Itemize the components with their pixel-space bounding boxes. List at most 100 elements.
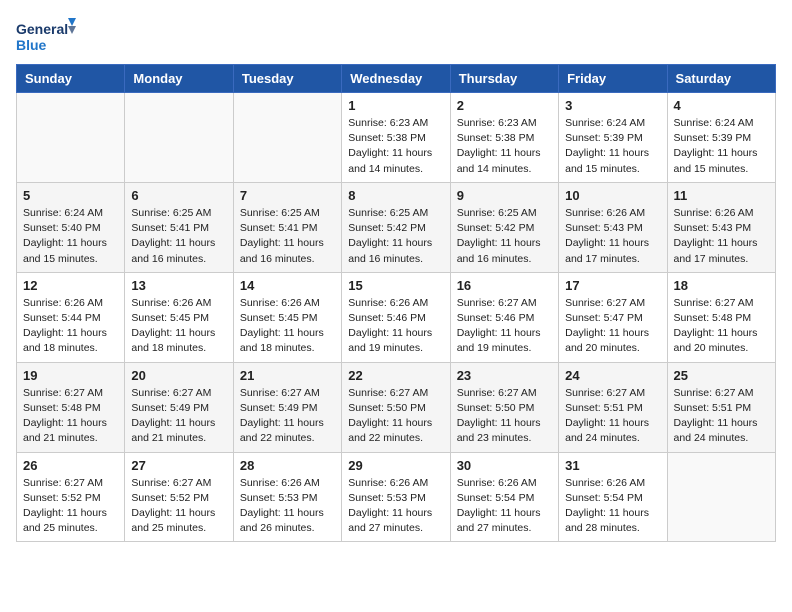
day-number: 23 <box>457 368 552 383</box>
day-info: Sunrise: 6:24 AM Sunset: 5:40 PM Dayligh… <box>23 206 118 267</box>
day-info: Sunrise: 6:26 AM Sunset: 5:53 PM Dayligh… <box>348 476 443 537</box>
day-info: Sunrise: 6:27 AM Sunset: 5:51 PM Dayligh… <box>565 386 660 447</box>
calendar-week-row: 19Sunrise: 6:27 AM Sunset: 5:48 PM Dayli… <box>17 362 776 452</box>
day-number: 30 <box>457 458 552 473</box>
weekday-header: Monday <box>125 65 233 93</box>
day-info: Sunrise: 6:25 AM Sunset: 5:42 PM Dayligh… <box>457 206 552 267</box>
weekday-header: Sunday <box>17 65 125 93</box>
calendar-cell: 8 Sunrise: 6:25 AM Sunset: 5:42 PM Daylig… <box>342 182 450 272</box>
calendar-week-row: 5 Sunrise: 6:24 AM Sunset: 5:40 PM Daylig… <box>17 182 776 272</box>
day-number: 4 <box>674 98 769 113</box>
calendar-cell: 29Sunrise: 6:26 AM Sunset: 5:53 PM Dayli… <box>342 452 450 542</box>
calendar-week-row: 12 Sunrise: 6:26 AM Sunset: 5:44 PM Dayli… <box>17 272 776 362</box>
calendar-cell: 15 Sunrise: 6:26 AM Sunset: 5:46 PM Dayli… <box>342 272 450 362</box>
day-number: 2 <box>457 98 552 113</box>
calendar-cell: 14 Sunrise: 6:26 AM Sunset: 5:45 PM Dayli… <box>233 272 341 362</box>
svg-text:Blue: Blue <box>16 37 47 53</box>
day-number: 21 <box>240 368 335 383</box>
day-info: Sunrise: 6:27 AM Sunset: 5:49 PM Dayligh… <box>131 386 226 447</box>
calendar-cell: 28Sunrise: 6:26 AM Sunset: 5:53 PM Dayli… <box>233 452 341 542</box>
calendar-cell: 27 Sunrise: 6:27 AM Sunset: 5:52 PM Dayli… <box>125 452 233 542</box>
logo-svg: General Blue <box>16 16 76 56</box>
day-number: 27 <box>131 458 226 473</box>
day-info: Sunrise: 6:25 AM Sunset: 5:41 PM Dayligh… <box>131 206 226 267</box>
calendar-week-row: 1 Sunrise: 6:23 AM Sunset: 5:38 PM Daylig… <box>17 93 776 183</box>
calendar-cell: 4 Sunrise: 6:24 AM Sunset: 5:39 PM Daylig… <box>667 93 775 183</box>
day-number: 18 <box>674 278 769 293</box>
day-number: 7 <box>240 188 335 203</box>
day-number: 14 <box>240 278 335 293</box>
day-info: Sunrise: 6:25 AM Sunset: 5:41 PM Dayligh… <box>240 206 335 267</box>
calendar-cell: 12 Sunrise: 6:26 AM Sunset: 5:44 PM Dayli… <box>17 272 125 362</box>
day-info: Sunrise: 6:26 AM Sunset: 5:46 PM Dayligh… <box>348 296 443 357</box>
calendar-cell: 1 Sunrise: 6:23 AM Sunset: 5:38 PM Daylig… <box>342 93 450 183</box>
weekday-header: Wednesday <box>342 65 450 93</box>
calendar-cell: 22 Sunrise: 6:27 AM Sunset: 5:50 PM Dayli… <box>342 362 450 452</box>
day-info: Sunrise: 6:26 AM Sunset: 5:43 PM Dayligh… <box>674 206 769 267</box>
calendar-cell: 9Sunrise: 6:25 AM Sunset: 5:42 PM Daylig… <box>450 182 558 272</box>
calendar-table: SundayMondayTuesdayWednesdayThursdayFrid… <box>16 64 776 542</box>
day-info: Sunrise: 6:26 AM Sunset: 5:54 PM Dayligh… <box>457 476 552 537</box>
day-number: 22 <box>348 368 443 383</box>
calendar-cell: 19Sunrise: 6:27 AM Sunset: 5:48 PM Dayli… <box>17 362 125 452</box>
calendar-cell: 3Sunrise: 6:24 AM Sunset: 5:39 PM Daylig… <box>559 93 667 183</box>
calendar-cell <box>233 93 341 183</box>
day-number: 24 <box>565 368 660 383</box>
day-info: Sunrise: 6:27 AM Sunset: 5:52 PM Dayligh… <box>23 476 118 537</box>
day-number: 31 <box>565 458 660 473</box>
day-number: 26 <box>23 458 118 473</box>
day-info: Sunrise: 6:27 AM Sunset: 5:46 PM Dayligh… <box>457 296 552 357</box>
weekday-header: Tuesday <box>233 65 341 93</box>
day-info: Sunrise: 6:27 AM Sunset: 5:48 PM Dayligh… <box>23 386 118 447</box>
calendar-cell: 24 Sunrise: 6:27 AM Sunset: 5:51 PM Dayli… <box>559 362 667 452</box>
weekday-header: Saturday <box>667 65 775 93</box>
day-number: 1 <box>348 98 443 113</box>
day-info: Sunrise: 6:26 AM Sunset: 5:53 PM Dayligh… <box>240 476 335 537</box>
day-number: 8 <box>348 188 443 203</box>
day-number: 16 <box>457 278 552 293</box>
day-info: Sunrise: 6:26 AM Sunset: 5:45 PM Dayligh… <box>131 296 226 357</box>
day-number: 20 <box>131 368 226 383</box>
day-info: Sunrise: 6:24 AM Sunset: 5:39 PM Dayligh… <box>565 116 660 177</box>
day-number: 17 <box>565 278 660 293</box>
calendar-cell: 7 Sunrise: 6:25 AM Sunset: 5:41 PM Daylig… <box>233 182 341 272</box>
calendar-cell: 31 Sunrise: 6:26 AM Sunset: 5:54 PM Dayli… <box>559 452 667 542</box>
day-info: Sunrise: 6:23 AM Sunset: 5:38 PM Dayligh… <box>457 116 552 177</box>
calendar-cell: 30 Sunrise: 6:26 AM Sunset: 5:54 PM Dayli… <box>450 452 558 542</box>
day-number: 5 <box>23 188 118 203</box>
day-number: 15 <box>348 278 443 293</box>
calendar-cell: 23Sunrise: 6:27 AM Sunset: 5:50 PM Dayli… <box>450 362 558 452</box>
weekday-header: Thursday <box>450 65 558 93</box>
calendar-cell: 16 Sunrise: 6:27 AM Sunset: 5:46 PM Dayli… <box>450 272 558 362</box>
calendar-cell: 5 Sunrise: 6:24 AM Sunset: 5:40 PM Daylig… <box>17 182 125 272</box>
day-info: Sunrise: 6:26 AM Sunset: 5:45 PM Dayligh… <box>240 296 335 357</box>
day-info: Sunrise: 6:27 AM Sunset: 5:48 PM Dayligh… <box>674 296 769 357</box>
calendar-week-row: 26 Sunrise: 6:27 AM Sunset: 5:52 PM Dayli… <box>17 452 776 542</box>
day-info: Sunrise: 6:26 AM Sunset: 5:44 PM Dayligh… <box>23 296 118 357</box>
day-info: Sunrise: 6:26 AM Sunset: 5:43 PM Dayligh… <box>565 206 660 267</box>
day-info: Sunrise: 6:27 AM Sunset: 5:51 PM Dayligh… <box>674 386 769 447</box>
day-info: Sunrise: 6:26 AM Sunset: 5:54 PM Dayligh… <box>565 476 660 537</box>
day-info: Sunrise: 6:27 AM Sunset: 5:52 PM Dayligh… <box>131 476 226 537</box>
calendar-cell: 21 Sunrise: 6:27 AM Sunset: 5:49 PM Dayli… <box>233 362 341 452</box>
calendar-cell: 26 Sunrise: 6:27 AM Sunset: 5:52 PM Dayli… <box>17 452 125 542</box>
day-info: Sunrise: 6:24 AM Sunset: 5:39 PM Dayligh… <box>674 116 769 177</box>
calendar-cell: 17Sunrise: 6:27 AM Sunset: 5:47 PM Dayli… <box>559 272 667 362</box>
day-info: Sunrise: 6:27 AM Sunset: 5:50 PM Dayligh… <box>348 386 443 447</box>
day-number: 12 <box>23 278 118 293</box>
calendar-cell <box>17 93 125 183</box>
calendar-cell: 2 Sunrise: 6:23 AM Sunset: 5:38 PM Daylig… <box>450 93 558 183</box>
calendar-cell: 18 Sunrise: 6:27 AM Sunset: 5:48 PM Dayli… <box>667 272 775 362</box>
day-info: Sunrise: 6:27 AM Sunset: 5:49 PM Dayligh… <box>240 386 335 447</box>
day-info: Sunrise: 6:25 AM Sunset: 5:42 PM Dayligh… <box>348 206 443 267</box>
calendar-cell: 20 Sunrise: 6:27 AM Sunset: 5:49 PM Dayli… <box>125 362 233 452</box>
day-number: 13 <box>131 278 226 293</box>
calendar-cell <box>667 452 775 542</box>
calendar-cell: 10Sunrise: 6:26 AM Sunset: 5:43 PM Dayli… <box>559 182 667 272</box>
svg-text:General: General <box>16 21 68 37</box>
calendar-cell: 6Sunrise: 6:25 AM Sunset: 5:41 PM Daylig… <box>125 182 233 272</box>
calendar-header-row: SundayMondayTuesdayWednesdayThursdayFrid… <box>17 65 776 93</box>
calendar-cell <box>125 93 233 183</box>
calendar-cell: 11Sunrise: 6:26 AM Sunset: 5:43 PM Dayli… <box>667 182 775 272</box>
day-info: Sunrise: 6:23 AM Sunset: 5:38 PM Dayligh… <box>348 116 443 177</box>
